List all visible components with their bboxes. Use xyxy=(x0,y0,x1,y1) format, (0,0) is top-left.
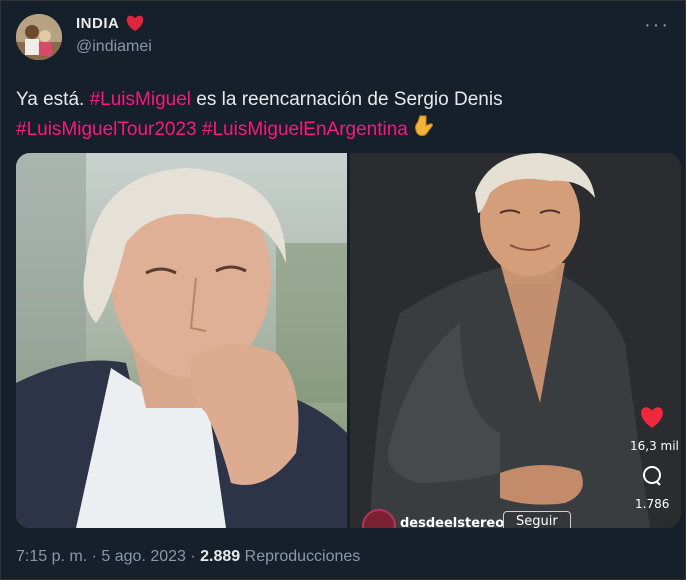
like-heart-icon[interactable] xyxy=(639,405,665,429)
red-heart-icon xyxy=(127,15,144,32)
meta-separator: · xyxy=(91,548,97,565)
tweet-text-part: Ya está. xyxy=(16,89,90,110)
follow-button[interactable]: Seguir xyxy=(503,511,571,528)
comments-count: 1.786 xyxy=(635,497,670,511)
photo-right[interactable]: 16,3 mil 1.786 desdeelstereo Seguir xyxy=(350,153,681,528)
point-down-emoji xyxy=(414,115,433,136)
likes-count: 16,3 mil xyxy=(630,439,679,453)
tweet-time[interactable]: 7:15 p. m. xyxy=(16,548,87,565)
meta-separator: · xyxy=(190,548,196,565)
hashtag-link[interactable]: #LuisMiguel xyxy=(90,89,191,110)
tweet-date[interactable]: 5 ago. 2023 xyxy=(101,548,186,565)
comment-bubble-icon[interactable] xyxy=(641,465,663,487)
media-grid: 16,3 mil 1.786 desdeelstereo Seguir xyxy=(16,153,681,528)
photo-left[interactable] xyxy=(16,153,347,528)
views-label: Reproducciones xyxy=(244,548,361,565)
tweet-text: Ya está. #LuisMiguel es la reencarnación… xyxy=(16,86,666,144)
author-name-row[interactable]: INDIA xyxy=(76,14,145,32)
author-avatar[interactable] xyxy=(16,14,62,60)
author-handle[interactable]: @indiamei xyxy=(76,38,152,56)
tweet-text-part: es la reencarnación de Sergio Denis xyxy=(191,89,503,110)
hashtag-link[interactable]: #LuisMiguelTour2023 xyxy=(16,119,197,140)
hashtag-link[interactable]: #LuisMiguelEnArgentina xyxy=(202,119,408,140)
more-options-icon[interactable]: ··· xyxy=(644,14,670,37)
channel-name[interactable]: desdeelstereo xyxy=(400,516,504,528)
tweet-meta: 7:15 p. m. · 5 ago. 2023 · 2.889 Reprodu… xyxy=(16,548,360,566)
views-count: 2.889 xyxy=(200,548,241,565)
author-display-name[interactable]: INDIA xyxy=(76,15,119,32)
